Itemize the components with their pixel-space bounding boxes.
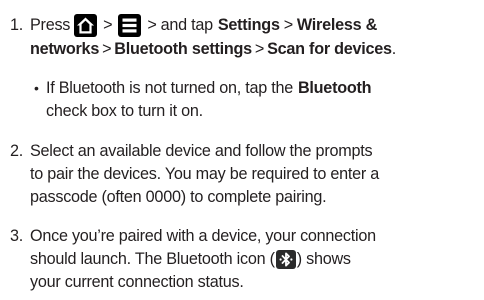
networks-label: networks [30, 40, 100, 58]
wireless-label: Wireless & [296, 16, 378, 34]
step-3-text-3: your current connection status. [30, 273, 244, 291]
step-1-line-1: Press > > and tap Settings > Wireless & [30, 12, 377, 38]
step-3-line-1: Once you’re paired with a device, your c… [30, 225, 376, 247]
step-2-text-1: Select an available device and follow th… [30, 142, 373, 160]
step-2-line-1: Select an available device and follow th… [30, 140, 373, 162]
bluetooth-label: Bluetooth [297, 79, 372, 97]
step-3-line-2: should launch. The Bluetooth icon ( ) sh… [30, 248, 351, 270]
sub-bullet-text: If Bluetooth is not turned on, tap the [46, 79, 293, 97]
step-2-line-2: to pair the devices. You may be required… [30, 163, 379, 185]
bluetooth-badge [275, 249, 296, 269]
step-2-text-2: to pair the devices. You may be required… [30, 165, 380, 183]
menu-icon [122, 18, 137, 32]
bluetooth-settings-label: Bluetooth settings [114, 40, 252, 58]
and-tap-text: and tap [160, 16, 214, 34]
separator: > [103, 16, 113, 34]
step-2-number: 2. [10, 142, 24, 160]
bullet-marker: • [34, 80, 39, 96]
instructions-page: 1. Press > > and tap Settings > Wireless… [0, 0, 484, 300]
separator: > [283, 16, 293, 34]
settings-label: Settings [217, 16, 280, 34]
sub-bullet-line-2: check box to turn it on. [46, 100, 203, 122]
menu-key [118, 13, 142, 37]
step-3-number: 3. [10, 227, 24, 245]
bluetooth-icon [279, 252, 293, 266]
sub-bullet-text-2: check box to turn it on. [46, 102, 203, 120]
step-3-text-2b: ) shows [296, 250, 351, 268]
step-2-text-3: passcode (often 0000) to complete pairin… [30, 188, 327, 206]
period: . [391, 40, 397, 58]
press-text: Press [30, 16, 71, 34]
separator: > [254, 40, 265, 58]
sub-bullet-line-1: If Bluetooth is not turned on, tap the B… [46, 77, 372, 99]
step-1-line-2: networks > Bluetooth settings > Scan for… [30, 38, 396, 60]
separator: > [102, 40, 112, 58]
step-3-text-2a: should launch. The Bluetooth icon ( [30, 250, 275, 268]
step-1-number: 1. [10, 16, 24, 34]
scan-for-devices-label: Scan for devices [267, 40, 392, 58]
step-3-text-1: Once you’re paired with a device, your c… [30, 227, 376, 245]
separator: > [147, 16, 157, 34]
step-2-line-3: passcode (often 0000) to complete pairin… [30, 186, 327, 208]
home-key [74, 13, 98, 37]
home-icon [77, 17, 95, 33]
step-3-line-3: your current connection status. [30, 271, 244, 293]
